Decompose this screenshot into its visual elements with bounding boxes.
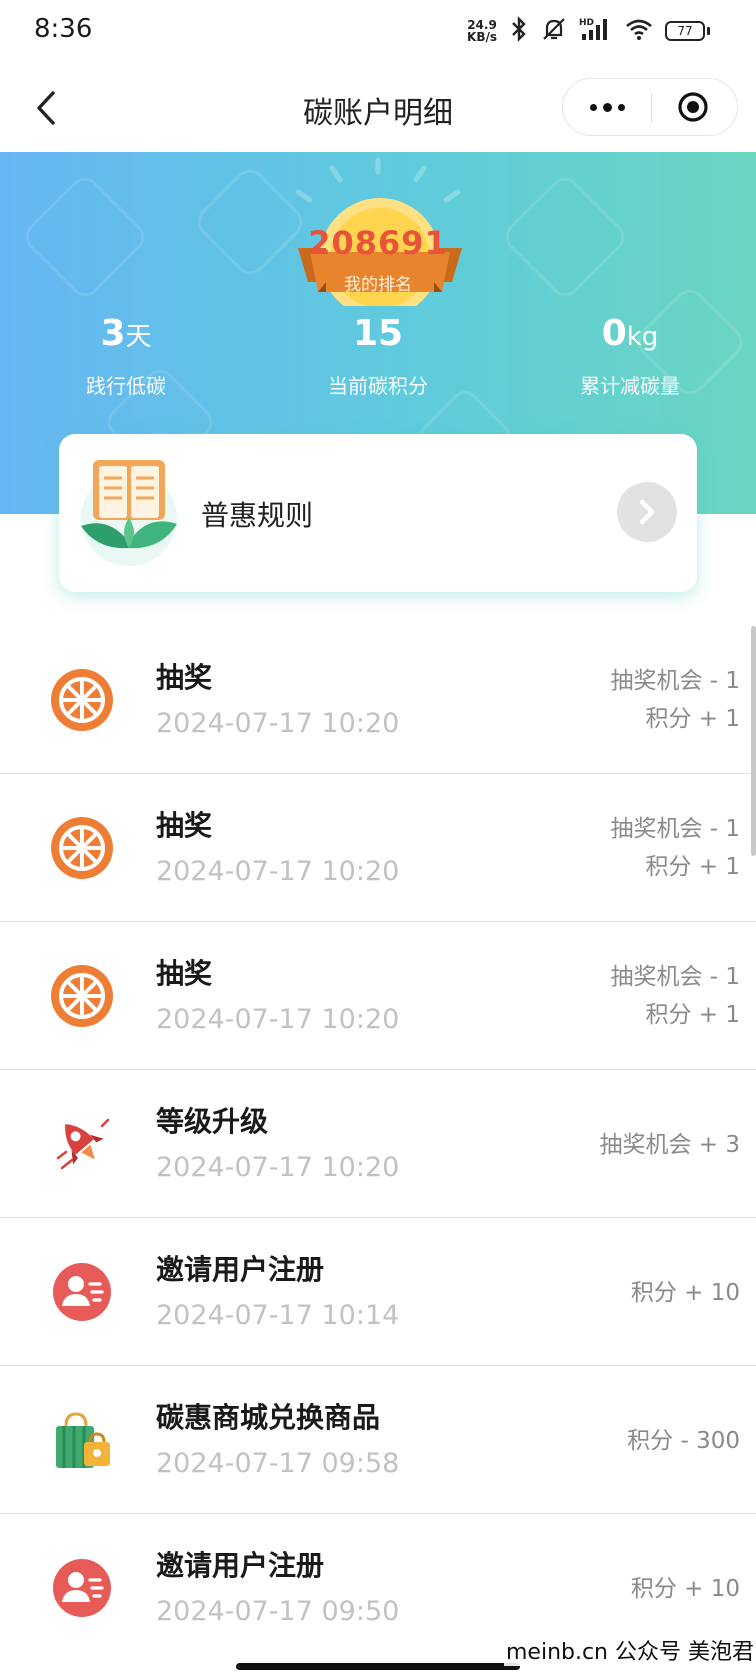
item-change: 抽奖机会 - 1 xyxy=(610,964,740,990)
book-leaf-icon xyxy=(79,454,179,572)
status-time: 8:36 xyxy=(34,14,93,44)
rocket-icon xyxy=(50,1112,114,1176)
stat-number: 15 xyxy=(352,313,404,354)
stat-number: 3 xyxy=(100,313,126,354)
item-change: 积分 + 1 xyxy=(645,854,740,880)
more-button[interactable] xyxy=(563,79,651,135)
list-item[interactable]: 抽奖 2024-07-17 10:20 抽奖机会 - 1 积分 + 1 xyxy=(0,922,756,1070)
rank-number: 208691 xyxy=(308,224,448,262)
item-title: 邀请用户注册 xyxy=(156,1549,325,1582)
stat-carbon-reduced: 0kg 累计减碳量 xyxy=(530,312,730,399)
list-item[interactable]: 等级升级 2024-07-17 10:20 抽奖机会 + 3 xyxy=(0,1070,756,1218)
item-change: 抽奖机会 + 3 xyxy=(599,1132,740,1158)
stat-value: 3天 xyxy=(26,312,226,356)
stat-value: 15 xyxy=(278,312,478,356)
nav-bar: 碳账户明细 xyxy=(0,64,756,152)
stat-number: 0 xyxy=(601,313,627,354)
battery-level: 77 xyxy=(665,21,705,41)
records-list: 抽奖 2024-07-17 10:20 抽奖机会 - 1 积分 + 1 抽奖 2… xyxy=(0,626,756,1662)
mute-bell-icon xyxy=(541,16,567,46)
stats-row: 3天 践行低碳 15 当前碳积分 0kg 累计减碳量 xyxy=(0,312,756,412)
list-item[interactable]: 抽奖 2024-07-17 10:20 抽奖机会 - 1 积分 + 1 xyxy=(0,626,756,774)
list-item[interactable]: 邀请用户注册 2024-07-17 10:14 积分 + 10 xyxy=(0,1218,756,1366)
mini-program-capsule xyxy=(562,78,738,136)
rules-label: 普惠规则 xyxy=(201,499,314,532)
stat-unit: kg xyxy=(626,322,659,352)
stat-current-points: 15 当前碳积分 xyxy=(278,312,478,399)
item-changes: 抽奖机会 - 1 积分 + 1 xyxy=(610,810,740,886)
net-speed-unit: KB/s xyxy=(467,30,497,44)
item-changes: 积分 - 300 xyxy=(627,1422,740,1460)
item-changes: 抽奖机会 - 1 积分 + 1 xyxy=(610,958,740,1034)
watermark: meinb.cn 公众号 美泡君 xyxy=(503,1634,756,1666)
item-change: 积分 + 1 xyxy=(645,1002,740,1028)
item-time: 2024-07-17 09:50 xyxy=(156,1596,400,1627)
stat-label: 践行低碳 xyxy=(86,374,166,398)
battery-tip xyxy=(707,27,710,35)
item-time: 2024-07-17 09:58 xyxy=(156,1448,400,1479)
stat-low-carbon-days: 3天 践行低碳 xyxy=(26,312,226,399)
stat-unit: 天 xyxy=(125,322,152,352)
page: 8:36 24.9 KB/s HD 77 碳账户明细 208691 我的排名 3… xyxy=(0,0,756,1680)
status-icons: 24.9 KB/s HD 77 xyxy=(467,16,710,46)
status-bar: 8:36 24.9 KB/s HD 77 xyxy=(0,0,756,64)
more-dots-icon xyxy=(589,103,597,111)
item-changes: 积分 + 10 xyxy=(631,1570,740,1608)
item-title: 邀请用户注册 xyxy=(156,1253,325,1286)
rules-card[interactable]: 普惠规则 xyxy=(59,434,697,592)
rank-label: 我的排名 xyxy=(344,275,412,295)
stat-value: 0kg xyxy=(530,312,730,356)
item-time: 2024-07-17 10:20 xyxy=(156,1152,400,1183)
bluetooth-icon xyxy=(509,16,529,46)
home-indicator[interactable] xyxy=(236,1663,520,1670)
wheel-icon xyxy=(50,668,114,732)
item-changes: 抽奖机会 - 1 积分 + 1 xyxy=(610,662,740,738)
list-item[interactable]: 抽奖 2024-07-17 10:20 抽奖机会 - 1 积分 + 1 xyxy=(0,774,756,922)
list-item[interactable]: 碳惠商城兑换商品 2024-07-17 09:58 积分 - 300 xyxy=(0,1366,756,1514)
item-title: 碳惠商城兑换商品 xyxy=(156,1401,381,1434)
shopping-bag-icon xyxy=(50,1408,114,1472)
item-changes: 积分 + 10 xyxy=(631,1274,740,1312)
item-title: 等级升级 xyxy=(156,1105,269,1138)
item-change: 积分 - 300 xyxy=(627,1428,740,1454)
wheel-icon xyxy=(50,816,114,880)
item-title: 抽奖 xyxy=(156,957,213,990)
user-card-icon xyxy=(50,1556,114,1620)
wheel-icon xyxy=(50,964,114,1028)
item-time: 2024-07-17 10:20 xyxy=(156,708,400,739)
item-time: 2024-07-17 10:14 xyxy=(156,1300,400,1331)
svg-text:HD: HD xyxy=(579,18,594,28)
item-time: 2024-07-17 10:20 xyxy=(156,856,400,887)
item-time: 2024-07-17 10:20 xyxy=(156,1004,400,1035)
stat-label: 累计减碳量 xyxy=(580,374,680,398)
user-card-icon xyxy=(50,1260,114,1324)
close-target-icon xyxy=(678,92,708,122)
chevron-right-icon xyxy=(639,499,655,525)
more-dot xyxy=(602,102,612,112)
item-changes: 抽奖机会 + 3 xyxy=(599,1126,740,1164)
item-change: 积分 + 10 xyxy=(630,1280,740,1306)
item-change: 积分 + 10 xyxy=(630,1576,740,1602)
item-change: 积分 + 1 xyxy=(645,706,740,732)
wifi-icon xyxy=(625,17,653,45)
stat-label: 当前碳积分 xyxy=(328,374,428,398)
net-speed: 24.9 KB/s xyxy=(467,19,497,43)
item-title: 抽奖 xyxy=(156,809,213,842)
scrollbar[interactable] xyxy=(751,626,756,856)
item-change: 抽奖机会 - 1 xyxy=(610,668,740,694)
rules-arrow-button[interactable] xyxy=(617,482,677,542)
more-dot xyxy=(617,103,625,111)
close-button[interactable] xyxy=(649,79,737,135)
item-change: 抽奖机会 - 1 xyxy=(610,816,740,842)
hd-signal-icon: HD xyxy=(579,16,613,46)
item-title: 抽奖 xyxy=(156,661,213,694)
battery-icon: 77 xyxy=(665,21,710,41)
